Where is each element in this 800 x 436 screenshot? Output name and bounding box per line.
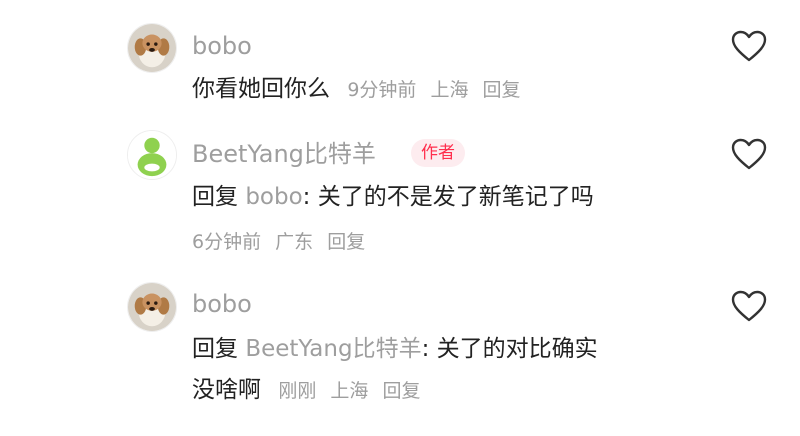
comment-time: 6分钟前	[192, 231, 262, 253]
user-avatar-dog[interactable]	[127, 282, 177, 332]
user-avatar-dog[interactable]	[127, 23, 177, 73]
comment-text-line: 回复 BeetYang比特羊: 关了的对比确实	[192, 333, 598, 365]
comment-meta: 刚刚 上海 回复	[278, 380, 420, 402]
comment-location: 上海	[430, 79, 469, 101]
like-heart-icon[interactable]	[731, 290, 767, 322]
comment-text: 你看她回你么	[192, 76, 330, 102]
comment-meta: 9分钟前 上海 回复	[347, 79, 520, 101]
comment-text: 没啥啊	[192, 377, 261, 403]
username[interactable]: bobo	[192, 31, 252, 61]
like-heart-icon[interactable]	[731, 138, 767, 170]
username[interactable]: BeetYang比特羊	[192, 139, 376, 169]
comment-location: 广东	[275, 231, 314, 253]
comment-text-line: 没啥啊 刚刚 上海 回复	[192, 374, 420, 407]
comment-text-line: 回复 bobo: 关了的不是发了新笔记了吗	[192, 181, 594, 213]
user-avatar-mascot[interactable]	[127, 130, 177, 180]
reply-button[interactable]: 回复	[327, 231, 365, 253]
reply-target-username[interactable]: BeetYang比特羊	[245, 336, 421, 362]
comment-location: 上海	[330, 380, 369, 402]
comment-text-line: 你看她回你么 9分钟前 上海 回复	[192, 73, 521, 106]
comment-time: 9分钟前	[347, 79, 417, 101]
reply-prefix: 回复	[192, 336, 238, 362]
comment-text: : 关了的不是发了新笔记了吗	[302, 184, 594, 210]
username[interactable]: bobo	[192, 289, 252, 319]
comment-meta: 6分钟前 广东 回复	[192, 231, 365, 253]
comment-meta-line: 6分钟前 广东 回复	[192, 225, 365, 258]
like-heart-icon[interactable]	[731, 30, 767, 62]
reply-target-username[interactable]: bobo	[245, 184, 302, 210]
comment-time: 刚刚	[278, 380, 317, 402]
reply-prefix: 回复	[192, 184, 238, 210]
comment-text: : 关了的对比确实	[421, 336, 598, 362]
reply-button[interactable]: 回复	[382, 380, 420, 402]
author-badge: 作者	[411, 139, 465, 167]
reply-button[interactable]: 回复	[483, 79, 521, 101]
